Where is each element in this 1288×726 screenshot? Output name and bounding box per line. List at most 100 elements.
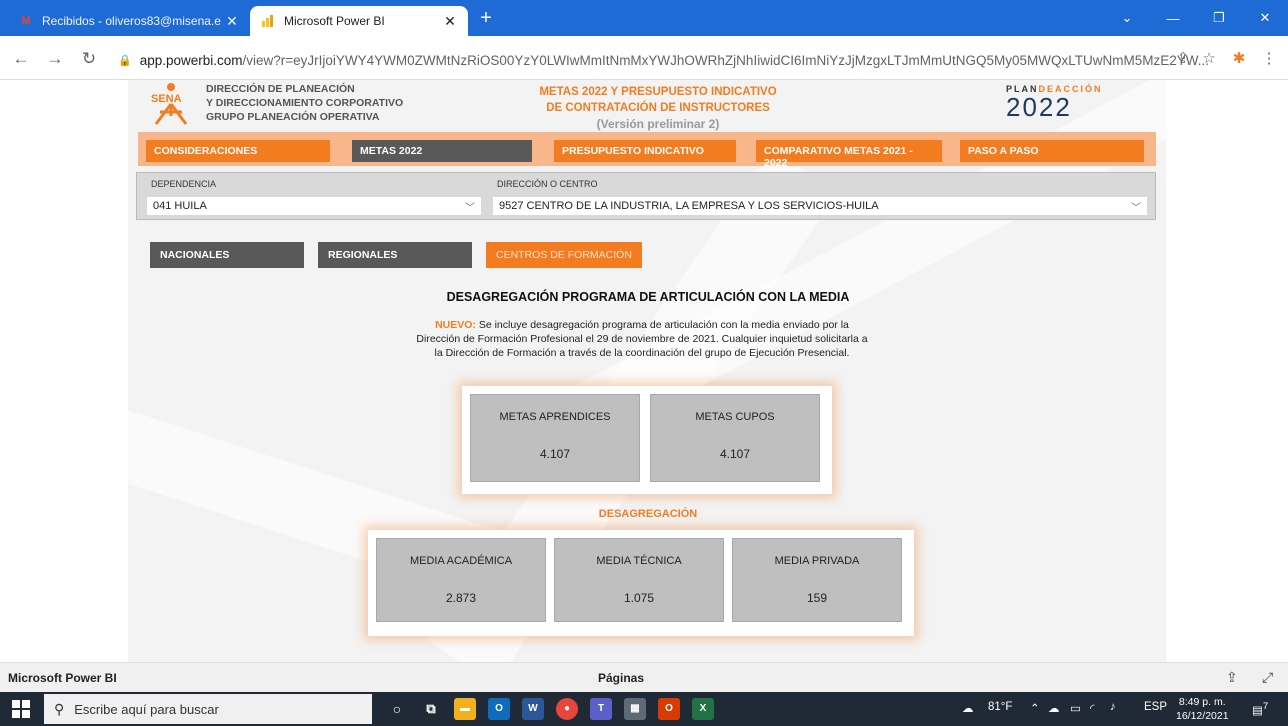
section-title: DESAGREGACIÓN PROGRAMA DE ARTICULACIÓN C… [446, 290, 850, 304]
powerbi-brand: Microsoft Power BI [8, 671, 117, 685]
tab-gmail[interactable]: M Recibidos - oliveros83@misena.e ✕ [8, 6, 250, 36]
regionales-button[interactable]: REGIONALES [318, 242, 472, 268]
url-host: app.powerbi.com [139, 52, 243, 68]
menu-consideraciones-button[interactable]: CONSIDERACIONES [146, 140, 330, 162]
word-icon[interactable]: W [522, 698, 544, 720]
close-tab-icon[interactable]: ✕ [224, 13, 240, 30]
card-value: 1.075 [623, 591, 655, 605]
battery-icon[interactable]: ▭ [1070, 701, 1081, 715]
menu-paso-a-paso-button[interactable]: PASO A PASO [960, 140, 1144, 162]
task-view-icon[interactable]: ⧉ [420, 698, 442, 720]
centro-dropdown[interactable]: 9527 CENTRO DE LA INDUSTRIA, LA EMPRESA … [493, 197, 1147, 215]
report-canvas: SENA DIRECCIÓN DE PLANEACIÓN Y DIRECCION… [128, 80, 1166, 662]
tab-title: Microsoft Power BI [284, 14, 385, 28]
bookmark-star-icon[interactable]: ☆ [1198, 48, 1220, 70]
excel-icon[interactable]: X [692, 698, 714, 720]
svg-text:SENA: SENA [151, 93, 182, 105]
taskbar-search-input[interactable]: ⚲ Escribe aquí para buscar [44, 694, 372, 724]
powerbi-footer: Microsoft Power BI Páginas ⇪ ⤢ [0, 662, 1288, 692]
nuevo-label: NUEVO: [435, 319, 476, 331]
file-explorer-icon[interactable]: ▬ [454, 698, 476, 720]
notification-count: 7 [1262, 701, 1269, 712]
card-value: 2.873 [445, 591, 477, 605]
new-tab-button[interactable]: + [474, 8, 498, 30]
org-line: DIRECCIÓN DE PLANEACIÓN [206, 83, 355, 95]
card-label: MEDIA ACADÉMICA [409, 555, 513, 567]
menu-kebab-icon[interactable]: ⋮ [1258, 48, 1280, 70]
media-privada-card: MEDIA PRIVADA 159 [732, 538, 902, 622]
chrome-icon[interactable]: ● [556, 698, 578, 720]
chevron-up-icon[interactable]: ⌃ [1030, 701, 1040, 715]
url-field[interactable]: 🔒 app.powerbi.com/view?r=eyJrIjoiYWY4YWM… [118, 46, 1218, 74]
report-menu-bar: CONSIDERACIONES METAS 2022 PRESUPUESTO I… [138, 132, 1156, 169]
weather-temp[interactable]: 81°F [988, 701, 1012, 713]
filters-panel: DEPENDENCIA 041 HUILA ﹀ DIRECCIÓN O CENT… [136, 172, 1156, 220]
metas-aprendices-card: METAS APRENDICES 4.107 [470, 394, 640, 482]
cortana-icon[interactable]: ○ [386, 698, 408, 720]
wifi-icon[interactable]: ◜ [1090, 701, 1094, 715]
tab-search-icon[interactable]: ⌄ [1104, 0, 1150, 36]
org-block: DIRECCIÓN DE PLANEACIÓN Y DIRECCIONAMIEN… [206, 82, 403, 124]
windows-start-icon[interactable] [12, 700, 30, 718]
centro-value: 9527 CENTRO DE LA INDUSTRIA, LA EMPRESA … [499, 200, 879, 212]
onedrive-icon[interactable]: ☁ [1048, 701, 1060, 715]
taskbar-clock[interactable]: 8:49 p. m. 16/12/2021 [1176, 695, 1229, 723]
url-path: /view?r=eyJrIjoiYWY4YWM0ZWMtNzRiOS00YzY0… [242, 52, 1209, 68]
restore-button[interactable]: ❐ [1196, 0, 1242, 36]
back-icon[interactable]: ← [10, 48, 32, 70]
powerbi-report-viewport: SENA DIRECCIÓN DE PLANEACIÓN Y DIRECCION… [0, 80, 1288, 662]
close-window-button[interactable]: ✕ [1242, 0, 1288, 36]
teams-icon[interactable]: T [590, 698, 612, 720]
menu-comparativo-button[interactable]: COMPARATIVO METAS 2021 - 2022 [756, 140, 942, 169]
volume-icon[interactable]: ♪ [1110, 701, 1116, 713]
nacionales-button[interactable]: NACIONALES [150, 242, 304, 268]
note-text: Se incluye desagregación programa de art… [416, 319, 868, 359]
calculator-icon[interactable]: ▦ [624, 698, 646, 720]
reload-icon[interactable]: ↻ [78, 48, 100, 70]
minimize-button[interactable]: — [1150, 0, 1196, 36]
chevron-down-icon: ﹀ [1131, 202, 1141, 214]
card-value: 159 [806, 591, 828, 605]
close-tab-icon[interactable]: ✕ [442, 13, 458, 30]
title-line: DE CONTRATACIÓN DE INSTRUCTORES [546, 102, 770, 114]
share-icon[interactable]: ⇪ [1226, 669, 1238, 686]
centros-formacion-button[interactable]: CENTROS DE FORMACIÓN [486, 242, 642, 268]
report-title: METAS 2022 Y PRESUPUESTO INDICATIVO DE C… [518, 84, 798, 132]
sena-extension-icon[interactable]: ✱ [1228, 48, 1250, 70]
share-icon[interactable]: ⇪ [1172, 48, 1194, 70]
outlook-icon[interactable]: O [488, 698, 510, 720]
tab-powerbi[interactable]: Microsoft Power BI ✕ [250, 6, 468, 36]
centro-label: DIRECCIÓN O CENTRO [497, 179, 598, 189]
notification-icon[interactable]: ▤7 [1252, 701, 1268, 717]
menu-presupuesto-button[interactable]: PRESUPUESTO INDICATIVO [554, 140, 736, 162]
search-icon: ⚲ [54, 700, 65, 717]
chevron-down-icon: ﹀ [465, 202, 475, 214]
weather-icon[interactable]: ☁ [962, 701, 974, 715]
browser-tab-strip: M Recibidos - oliveros83@misena.e ✕ Micr… [0, 0, 1288, 36]
language-indicator[interactable]: ESP [1144, 701, 1167, 713]
sena-logo: SENA [148, 82, 194, 126]
org-line: Y DIRECCIONAMIENTO CORPORATIVO [206, 97, 404, 109]
dependencia-label: DEPENDENCIA [151, 179, 217, 189]
dependencia-dropdown[interactable]: 041 HUILA ﹀ [147, 197, 481, 215]
menu-metas-button[interactable]: METAS 2022 [352, 140, 532, 162]
card-value: 4.107 [539, 447, 571, 461]
lock-icon: 🔒 [118, 54, 132, 67]
office-icon[interactable]: O [658, 698, 680, 720]
forward-icon[interactable]: → [44, 48, 66, 70]
metas-card-group: METAS APRENDICES 4.107 METAS CUPOS 4.107 [462, 386, 832, 494]
report-subtitle: (Versión preliminar 2) [596, 117, 720, 131]
title-line: METAS 2022 Y PRESUPUESTO INDICATIVO [539, 86, 777, 98]
card-value: 4.107 [719, 447, 751, 461]
tab-title: Recibidos - oliveros83@misena.e [42, 14, 221, 28]
plan-de-accion-logo: PLANDEACCIÓN 2022 [1006, 84, 1146, 128]
powerbi-icon [260, 13, 276, 29]
card-label: MEDIA TÉCNICA [596, 555, 682, 567]
card-label: MEDIA PRIVADA [774, 555, 860, 567]
fullscreen-icon[interactable]: ⤢ [1262, 669, 1273, 686]
desagregacion-title: DESAGREGACIÓN [598, 508, 698, 520]
pages-button[interactable]: Páginas [598, 671, 644, 685]
metas-cupos-card: METAS CUPOS 4.107 [650, 394, 820, 482]
clock-time: 8:49 p. m. [1178, 696, 1226, 708]
windows-taskbar: ⚲ Escribe aquí para buscar ○ ⧉ ▬ O W ● T… [0, 692, 1288, 726]
